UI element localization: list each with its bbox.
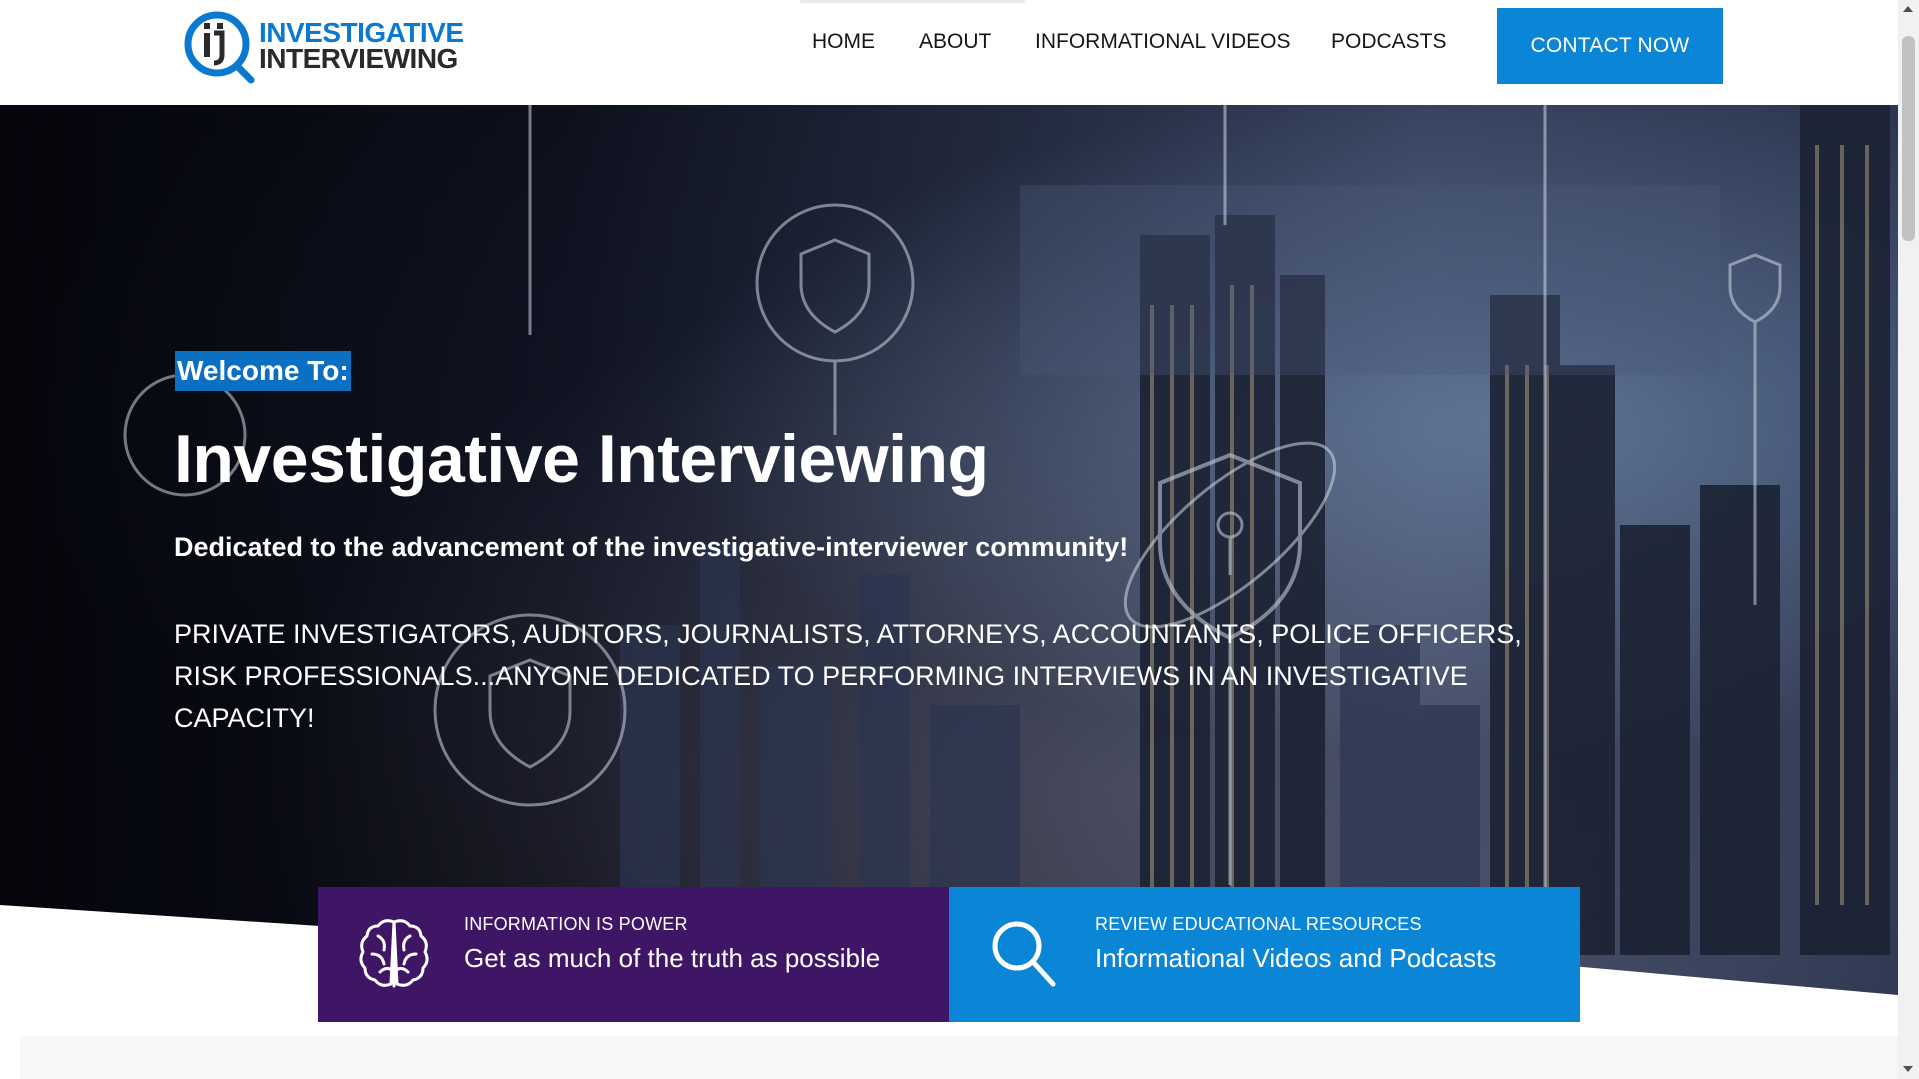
scroll-up-arrow-icon[interactable] [1903,6,1913,12]
feature-box-resources[interactable]: REVIEW EDUCATIONAL RESOURCES Information… [949,887,1580,1022]
nav-home[interactable]: HOME [812,30,875,54]
nav-about[interactable]: ABOUT [919,30,991,54]
feature-box-information[interactable]: INFORMATION IS POWER Get as much of the … [318,887,949,1022]
next-section-preview [20,1036,1898,1079]
magnifier-icon [992,921,1056,987]
logo-line-2: INTERVIEWING [259,43,458,74]
hero-title: Investigative Interviewing [174,421,989,497]
site-logo[interactable]: INVESTIGATIVE INTERVIEWING [181,8,481,84]
welcome-label: Welcome To: [175,351,351,391]
scroll-thumb[interactable] [1902,36,1915,241]
hero-section: Welcome To: Investigative Interviewing D… [0,105,1898,1010]
nav-podcasts[interactable]: PODCASTS [1331,30,1447,54]
feature-kicker: REVIEW EDUCATIONAL RESOURCES [1095,914,1422,934]
page-scrollbar[interactable] [1898,0,1919,1079]
header-top-stripe [800,0,1025,3]
site-header: INVESTIGATIVE INTERVIEWING HOME ABOUT IN… [0,0,1898,105]
feature-headline: Get as much of the truth as possible [464,943,881,973]
feature-headline: Informational Videos and Podcasts [1095,943,1497,973]
magnifier-ii-logo-icon [184,11,255,84]
hero-subtitle: Dedicated to the advancement of the inve… [174,532,1129,562]
scroll-down-arrow-icon[interactable] [1903,1066,1913,1072]
nav-informational-videos[interactable]: INFORMATIONAL VIDEOS [1035,30,1291,54]
logo-wordmark: INVESTIGATIVE INTERVIEWING [259,19,464,74]
hero-body-text: PRIVATE INVESTIGATORS, AUDITORS, JOURNAL… [174,619,1522,733]
brain-icon [359,919,429,988]
contact-now-button[interactable]: CONTACT NOW [1497,8,1723,84]
feature-kicker: INFORMATION IS POWER [464,914,688,934]
